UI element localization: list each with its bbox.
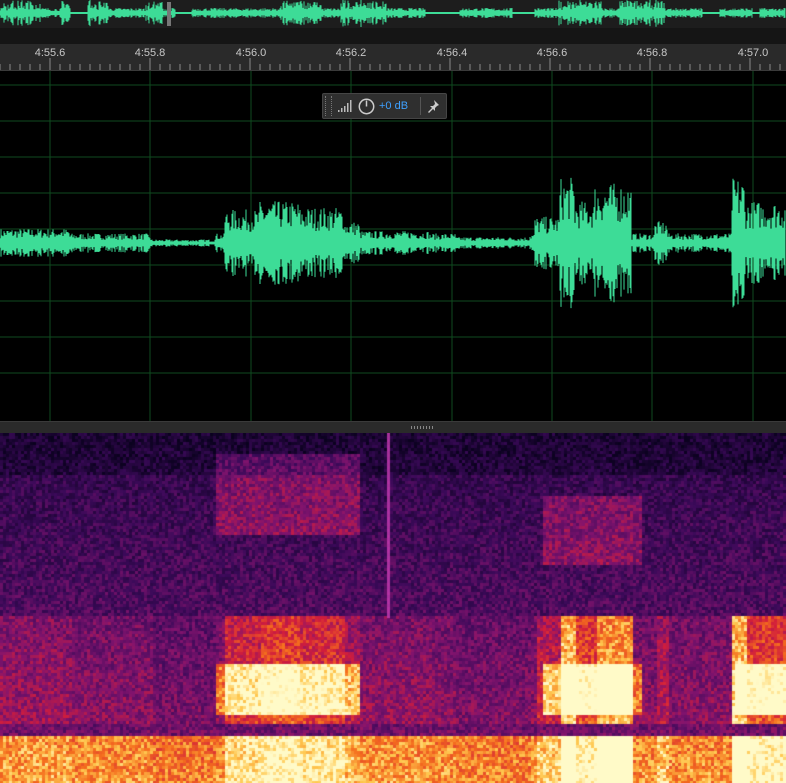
volume-hud[interactable]: +0 dB: [322, 93, 447, 119]
pin-icon[interactable]: [426, 99, 440, 113]
tick-label: 4:56.8: [636, 47, 668, 59]
overview-waveform[interactable]: [0, 0, 786, 28]
tick-label: 4:55.8: [134, 47, 166, 59]
tick-label: 4:56.2: [335, 47, 367, 59]
ruler-ticks: [0, 58, 781, 70]
level-meter-icon: [338, 100, 352, 112]
volume-value[interactable]: +0 dB: [379, 100, 408, 112]
spectral-frequency-display[interactable]: [0, 433, 786, 783]
tick-label: 4:56.4: [436, 47, 468, 59]
waveform-trace: [0, 177, 786, 309]
spectrogram-graphic: [0, 433, 786, 783]
time-ruler[interactable]: 4:55.6 4:55.8 4:56.0 4:56.2 4:56.4 4:56.…: [0, 44, 786, 71]
tick-label: 4:55.6: [34, 47, 66, 59]
overview-waveform-graphic: [0, 0, 786, 27]
tick-label: 4:56.0: [235, 47, 267, 59]
overview-scroll-strip[interactable]: [0, 28, 786, 45]
divider: [420, 97, 421, 115]
waveform-editor[interactable]: [0, 71, 786, 421]
tick-label: 4:56.6: [536, 47, 568, 59]
splitter-grip[interactable]: [411, 426, 433, 429]
waveform-graphic: [0, 71, 786, 421]
playhead-marker: [167, 2, 171, 26]
volume-knob-icon[interactable]: [358, 98, 375, 115]
overview-trace: [0, 0, 786, 27]
drag-grip[interactable]: [325, 96, 332, 116]
tick-label: 4:57.0: [737, 47, 769, 59]
